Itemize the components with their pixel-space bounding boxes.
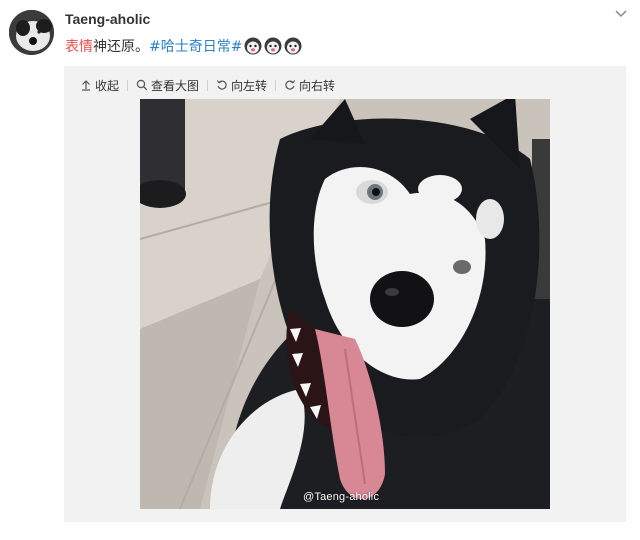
- arrow-up-icon: [82, 80, 90, 91]
- post-text: 表情 神还原。 #哈士奇日常#: [65, 36, 302, 56]
- image-watermark: @Taeng-aholic: [303, 491, 380, 503]
- media-toolbar: 收起 查看大图 向左转 向右转: [78, 76, 337, 94]
- husky-photo: [140, 99, 550, 509]
- media-expanded-panel: 收起 查看大图 向左转 向右转 @Taeng-aholic: [64, 66, 626, 522]
- rotate-right-label: 向右转: [299, 78, 336, 93]
- weibo-post: Taeng-aholic 表情 神还原。 #哈士奇日常# 收起 查看大图 向左转…: [0, 0, 640, 540]
- more-menu-button[interactable]: [612, 6, 630, 22]
- rotate-left-icon: [216, 80, 227, 90]
- rotate-right-button[interactable]: 向右转: [282, 77, 337, 94]
- view-large-label: 查看大图: [151, 78, 200, 93]
- toolbar-divider: [207, 79, 209, 91]
- magnifier-icon: [136, 79, 148, 91]
- rotate-left-button[interactable]: 向左转: [214, 77, 269, 94]
- topic-link[interactable]: #哈士奇日常#: [149, 36, 242, 56]
- toolbar-divider: [127, 79, 129, 91]
- rotate-left-label: 向左转: [231, 78, 268, 93]
- chevron-down-icon: [615, 10, 627, 18]
- toolbar-divider: [275, 79, 277, 91]
- author-name[interactable]: Taeng-aholic: [65, 11, 150, 27]
- post-image[interactable]: @Taeng-aholic: [140, 99, 550, 509]
- keyword-highlight: 表情: [65, 39, 93, 55]
- avatar[interactable]: [9, 10, 54, 55]
- collapse-button[interactable]: 收起: [78, 77, 121, 94]
- husky-face-icon: [244, 37, 262, 55]
- husky-face-icon: [284, 37, 302, 55]
- view-large-button[interactable]: 查看大图: [134, 77, 201, 94]
- husky-face-icon: [264, 37, 282, 55]
- post-body-text: 神还原。: [93, 39, 149, 55]
- rotate-right-icon: [285, 80, 296, 90]
- collapse-label: 收起: [95, 78, 120, 93]
